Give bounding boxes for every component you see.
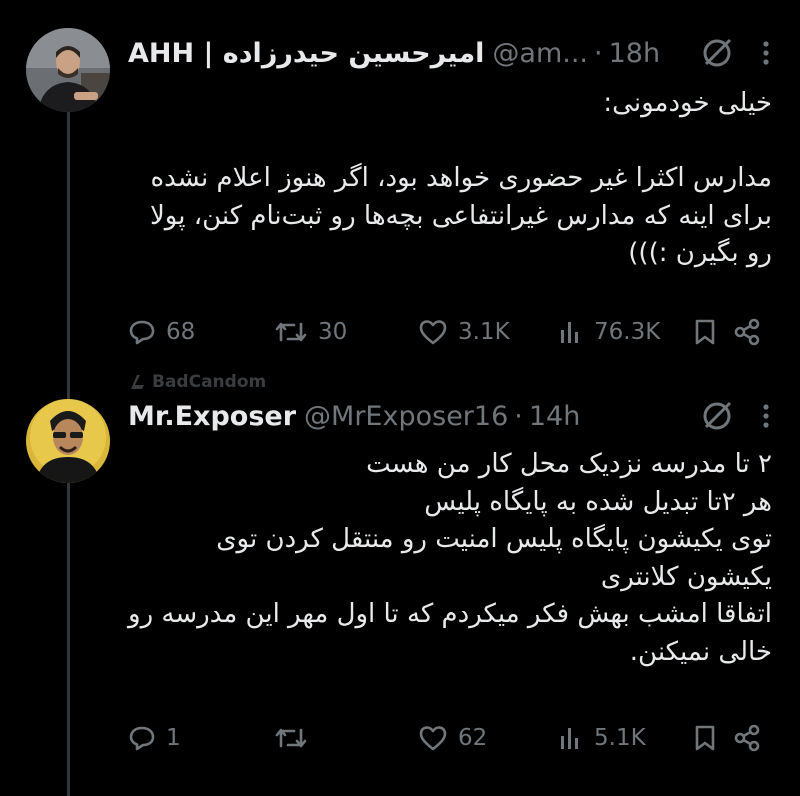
tweet-text: ۲ تا مدرسه نزدیک محل کار من هست هر ۲تا ت… [128, 449, 772, 667]
like-count: 3.1K [458, 319, 510, 345]
bookmark-icon [695, 725, 715, 751]
tweet-actions: 68 30 3.1K 76.3K [128, 312, 776, 352]
like-button[interactable]: 62 [418, 724, 558, 752]
like-button[interactable]: 3.1K [418, 318, 558, 346]
retweet-icon [275, 728, 307, 748]
retweet-button[interactable] [274, 724, 418, 752]
share-icon [734, 318, 760, 346]
reply-icon [129, 320, 155, 345]
share-icon [734, 724, 760, 752]
like-icon [419, 726, 447, 751]
bookmark-icon [695, 319, 715, 345]
retweet-icon [275, 322, 307, 342]
reply-button[interactable]: 68 [128, 318, 274, 346]
bookmark-button[interactable] [692, 724, 732, 752]
more-icon[interactable] [752, 39, 780, 67]
watermark: BadCandom [128, 372, 266, 392]
share-button[interactable] [732, 724, 772, 752]
tweet-actions: 1 62 5.1K [128, 718, 776, 758]
tweet-text: خیلی خودمونی: مدارس اکثرا غیر حضوری خواه… [149, 88, 772, 268]
bookmark-button[interactable] [692, 318, 732, 346]
tweet-header: AHH | امیرحسین حیدرزاده @am... · 18h [128, 33, 780, 73]
user-handle[interactable]: @am... [492, 38, 588, 69]
timestamp[interactable]: 18h [609, 38, 660, 69]
views-icon [561, 728, 578, 749]
share-button[interactable] [732, 318, 772, 346]
reply-count: 1 [166, 725, 181, 751]
like-count: 62 [458, 725, 488, 751]
separator-dot: · [594, 37, 603, 69]
watermark-text: BadCandom [152, 372, 267, 392]
views-icon [561, 322, 578, 343]
more-icon[interactable] [752, 402, 780, 430]
views-button[interactable]: 76.3K [558, 318, 692, 346]
reply-count: 68 [166, 319, 196, 345]
timestamp[interactable]: 14h [529, 401, 580, 432]
grok-icon[interactable] [700, 36, 734, 70]
display-name[interactable]: AHH | امیرحسین حیدرزاده [128, 38, 484, 69]
like-icon [419, 320, 447, 345]
views-button[interactable]: 5.1K [558, 724, 692, 752]
avatar[interactable] [26, 399, 110, 483]
views-count: 76.3K [594, 319, 661, 345]
reply-icon [129, 726, 155, 751]
retweet-button[interactable]: 30 [274, 318, 418, 346]
views-count: 5.1K [594, 725, 646, 751]
display-name[interactable]: Mr.Exposer [128, 401, 296, 432]
avatar[interactable] [26, 28, 110, 112]
user-handle[interactable]: @MrExposer16 [304, 401, 508, 432]
tweet-header: Mr.Exposer @MrExposer16 · 14h [128, 396, 780, 436]
grok-icon[interactable] [700, 399, 734, 433]
retweet-count: 30 [318, 319, 348, 345]
reply-button[interactable]: 1 [128, 724, 274, 752]
watermark-logo-icon [131, 375, 144, 389]
separator-dot: · [514, 400, 523, 432]
